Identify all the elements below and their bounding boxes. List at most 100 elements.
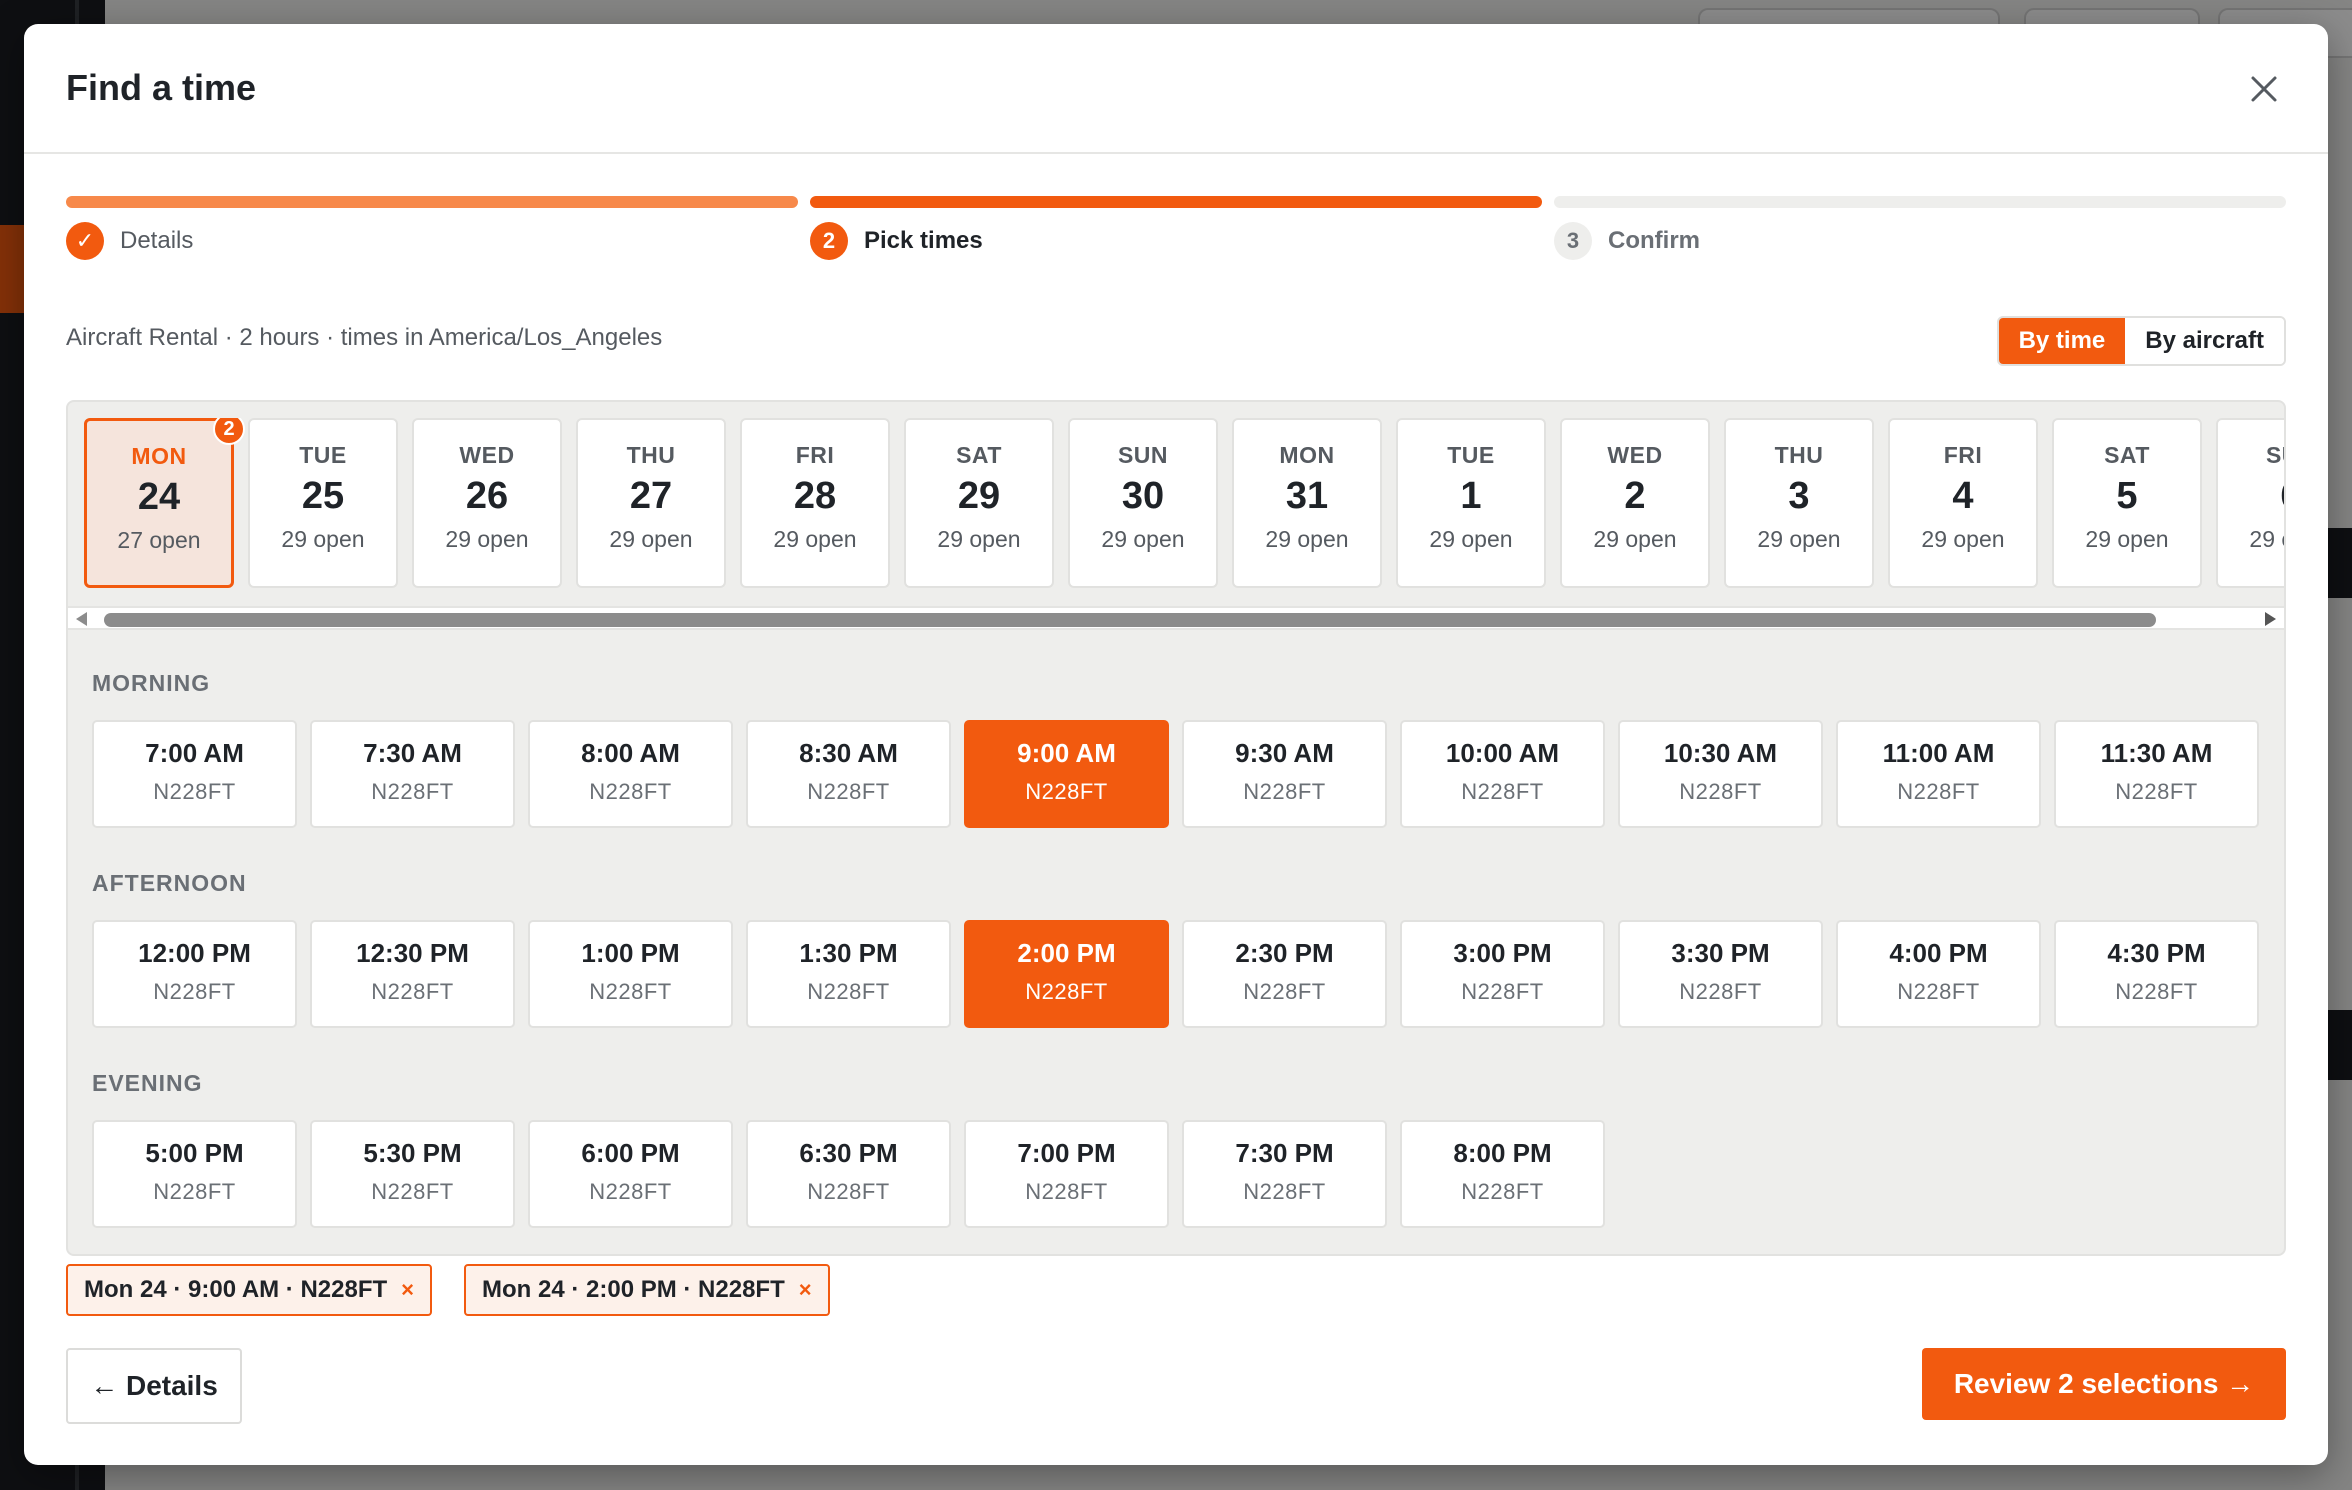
time-slot-button[interactable]: 12:00 PM N228FT (92, 920, 297, 1028)
slot-time: 1:30 PM (799, 938, 898, 968)
time-slot-button[interactable]: 6:30 PM N228FT (746, 1120, 951, 1228)
day-card[interactable]: TUE 25 29 open (248, 418, 398, 588)
time-slot-button[interactable]: 3:30 PM N228FT (1618, 920, 1823, 1028)
slot-time: 12:00 PM (138, 938, 251, 968)
by-aircraft-toggle[interactable]: By aircraft (2125, 318, 2284, 364)
day-card[interactable]: SAT 5 29 open (2052, 418, 2202, 588)
slot-aircraft: N228FT (807, 979, 890, 1004)
day-card[interactable]: FRI 4 29 open (1888, 418, 2038, 588)
step-details[interactable]: ✓ Details (66, 196, 798, 260)
view-toggle: By time By aircraft (1996, 316, 2286, 366)
slot-aircraft: N228FT (153, 979, 236, 1004)
time-slot-button[interactable]: 8:00 AM N228FT (528, 720, 733, 828)
time-slot-button[interactable]: 11:30 AM N228FT (2054, 720, 2259, 828)
day-card[interactable]: MON 24 27 open 2 (84, 418, 245, 588)
time-slot-button[interactable]: 2:00 PM N228FT (964, 920, 1169, 1028)
time-slot-button[interactable]: 12:30 PM N228FT (310, 920, 515, 1028)
checkmark-icon: ✓ (66, 222, 104, 260)
time-slot-button[interactable]: 2:30 PM N228FT (1182, 920, 1387, 1028)
time-slot-button[interactable]: 10:00 AM N228FT (1400, 720, 1605, 828)
day-card[interactable]: SAT 29 29 open (904, 418, 1054, 588)
time-slot-button[interactable]: 9:00 AM N228FT (964, 720, 1169, 828)
slot-time: 10:30 AM (1663, 738, 1778, 768)
time-slot-button[interactable]: 8:00 PM N228FT (1400, 1120, 1605, 1228)
time-slot-button[interactable]: 1:30 PM N228FT (746, 920, 951, 1028)
day-card[interactable]: FRI 28 29 open (740, 418, 890, 588)
time-slot-button[interactable]: 4:00 PM N228FT (1836, 920, 2041, 1028)
step-label: Confirm (1608, 227, 1700, 254)
day-of-week: FRI (1943, 442, 1983, 468)
slot-aircraft: N228FT (1025, 979, 1108, 1004)
scroll-left-icon[interactable] (76, 612, 87, 626)
day-card[interactable]: TUE 1 29 open (1396, 418, 1546, 588)
slot-aircraft: N228FT (1897, 779, 1980, 804)
back-to-details-button[interactable]: ← Details (66, 1348, 242, 1424)
day-number: 5 (2116, 475, 2138, 517)
review-selections-button[interactable]: Review 2 selections → (1922, 1348, 2286, 1420)
day-card[interactable]: SUN 30 29 open (1068, 418, 1218, 588)
remove-selection-icon[interactable]: × (401, 1277, 414, 1303)
time-slot-button[interactable]: 7:30 PM N228FT (1182, 1120, 1387, 1228)
day-card[interactable]: WED 2 29 open (1560, 418, 1710, 588)
slot-time: 7:00 AM (145, 738, 244, 768)
time-slot-button[interactable]: 7:30 AM N228FT (310, 720, 515, 828)
time-slot-button[interactable]: 4:30 PM N228FT (2054, 920, 2259, 1028)
time-slot-button[interactable]: 11:00 AM N228FT (1836, 720, 2041, 828)
time-slot-button[interactable]: 6:00 PM N228FT (528, 1120, 733, 1228)
by-time-toggle[interactable]: By time (1998, 318, 2126, 364)
close-button[interactable] (2242, 67, 2286, 111)
time-slot-button[interactable]: 10:30 AM N228FT (1618, 720, 1823, 828)
open-count: 29 open (1757, 526, 1841, 552)
step-label: Details (120, 227, 194, 254)
day-card[interactable]: WED 26 29 open (412, 418, 562, 588)
day-of-week: THU (1774, 442, 1824, 468)
step-label: Pick times (864, 227, 983, 254)
open-count: 29 open (1429, 526, 1513, 552)
slot-time: 6:00 PM (581, 1138, 680, 1168)
open-count: 29 open (1265, 526, 1349, 552)
time-slot-button[interactable]: 8:30 AM N228FT (746, 720, 951, 828)
remove-selection-icon[interactable]: × (799, 1277, 812, 1303)
dialog-header: Find a time (24, 24, 2328, 154)
slot-time: 9:30 AM (1235, 738, 1334, 768)
scrollbar-thumb[interactable] (104, 613, 2156, 627)
time-slot-button[interactable]: 1:00 PM N228FT (528, 920, 733, 1028)
day-card[interactable]: THU 27 29 open (576, 418, 726, 588)
step-progress-bar (810, 196, 1542, 208)
day-number: 25 (301, 475, 345, 517)
slot-time: 7:00 PM (1017, 1138, 1116, 1168)
section-label: EVENING (92, 1070, 203, 1096)
slot-time: 2:00 PM (1017, 938, 1116, 968)
time-slot-button[interactable]: 5:00 PM N228FT (92, 1120, 297, 1228)
slot-time: 8:00 PM (1453, 1138, 1552, 1168)
day-card[interactable]: MON 31 29 open (1232, 418, 1382, 588)
time-slot-button[interactable]: 5:30 PM N228FT (310, 1120, 515, 1228)
slot-aircraft: N228FT (1243, 779, 1326, 804)
day-number: 31 (1285, 475, 1329, 517)
day-card[interactable]: THU 3 29 open (1724, 418, 1874, 588)
step-number: 2 (810, 222, 848, 260)
slot-time: 10:00 AM (1445, 738, 1560, 768)
open-count: 29 open (1101, 526, 1185, 552)
day-of-week: TUE (1447, 442, 1495, 468)
slot-time: 12:30 PM (356, 938, 469, 968)
slot-aircraft: N228FT (1025, 779, 1108, 804)
selection-chip-label: Mon 24 · 2:00 PM · N228FT (482, 1276, 785, 1303)
day-card[interactable]: SUN 6 29 open (2216, 418, 2284, 588)
step-progress-bar (66, 196, 798, 208)
time-slot-button[interactable]: 7:00 AM N228FT (92, 720, 297, 828)
time-slot-button[interactable]: 9:30 AM N228FT (1182, 720, 1387, 828)
slot-aircraft: N228FT (1461, 1179, 1544, 1204)
selection-count-badge: 2 (213, 418, 245, 445)
open-count: 29 open (1593, 526, 1677, 552)
slot-time: 11:30 AM (2100, 738, 2213, 768)
day-number: 29 (957, 475, 1001, 517)
scroll-right-icon[interactable] (2265, 612, 2276, 626)
time-slot-button[interactable]: 7:00 PM N228FT (964, 1120, 1169, 1228)
day-strip[interactable]: MON 24 27 open 2 TUE 25 29 open WED 26 29 open THU… (84, 418, 2284, 594)
time-slot-button[interactable]: 3:00 PM N228FT (1400, 920, 1605, 1028)
selection-chip-label: Mon 24 · 9:00 AM · N228FT (84, 1276, 388, 1303)
availability-panel: MON 24 27 open 2 TUE 25 29 open WED 26 29 open THU… (66, 400, 2286, 1256)
day-strip-scrollbar[interactable] (68, 606, 2284, 630)
day-of-week: THU (626, 442, 676, 468)
